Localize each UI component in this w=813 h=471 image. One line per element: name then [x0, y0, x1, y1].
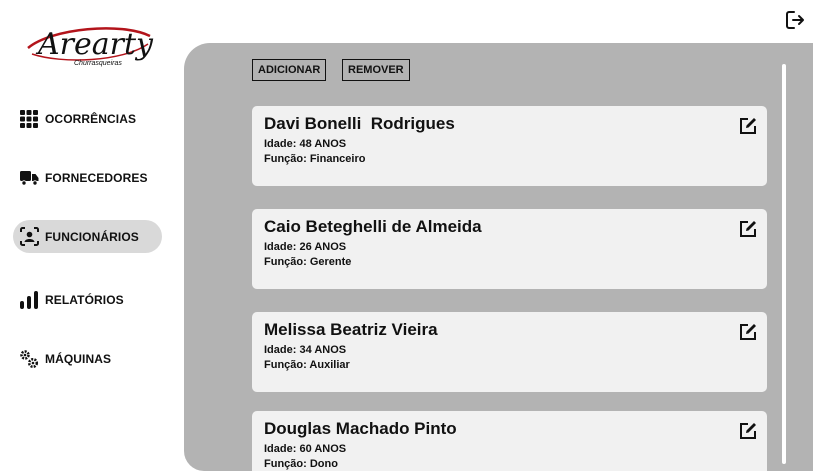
sidebar-item-fornecedores[interactable]: FORNECEDORES: [13, 161, 162, 194]
employee-role: Função: Dono: [264, 458, 338, 470]
sidebar-item-label: RELATÓRIOS: [45, 292, 124, 307]
employee-scan-icon: [19, 227, 39, 247]
sidebar-item-maquinas[interactable]: MÁQUINAS: [13, 342, 162, 375]
edit-icon: [740, 118, 756, 134]
sidebar-item-relatorios[interactable]: RELATÓRIOS: [13, 283, 162, 316]
sidebar: OCORRÊNCIAS FORNECEDORES FUNCIONÁRIOS RE…: [0, 0, 175, 471]
scrollbar[interactable]: [782, 64, 786, 464]
edit-button[interactable]: [738, 116, 758, 136]
employee-name: Douglas Machado Pinto: [264, 419, 457, 438]
employee-age: Idade: 34 ANOS: [264, 344, 347, 356]
bar-chart-icon: [19, 290, 39, 310]
grid-icon: [19, 109, 39, 129]
sidebar-item-label: OCORRÊNCIAS: [45, 111, 137, 126]
gears-icon: [19, 349, 39, 369]
sidebar-item-label: MÁQUINAS: [45, 351, 112, 366]
employee-card: Davi Bonelli Rodrigues Idade: 48 ANOS Fu…: [252, 106, 767, 186]
sidebar-item-ocorrencias[interactable]: OCORRÊNCIAS: [13, 102, 162, 135]
employee-role: Função: Gerente: [264, 256, 352, 268]
employee-card: Douglas Machado Pinto Idade: 60 ANOS Fun…: [252, 411, 767, 471]
employee-name: Melissa Beatriz Vieira: [264, 320, 438, 339]
sidebar-item-funcionarios[interactable]: FUNCIONÁRIOS: [13, 220, 162, 253]
sidebar-item-label: FORNECEDORES: [45, 170, 148, 185]
edit-icon: [740, 221, 756, 237]
employee-name: Caio Beteghelli de Almeida: [264, 217, 482, 236]
employees-panel: ADICIONAR REMOVER Davi Bonelli Rodrigues…: [184, 43, 813, 471]
logout-icon: [786, 11, 804, 29]
sidebar-item-label: FUNCIONÁRIOS: [45, 229, 139, 244]
remove-button[interactable]: REMOVER: [342, 59, 410, 81]
edit-button[interactable]: [738, 219, 758, 239]
employee-name: Davi Bonelli Rodrigues: [264, 114, 455, 133]
add-button[interactable]: ADICIONAR: [252, 59, 327, 81]
edit-icon: [740, 324, 756, 340]
edit-button[interactable]: [738, 322, 758, 342]
employee-card: Melissa Beatriz Vieira Idade: 34 ANOS Fu…: [252, 312, 767, 392]
logout-button[interactable]: [785, 10, 805, 30]
employee-age: Idade: 48 ANOS: [264, 138, 347, 150]
employee-age: Idade: 60 ANOS: [264, 443, 347, 455]
employee-role: Função: Auxiliar: [264, 359, 350, 371]
employee-card: Caio Beteghelli de Almeida Idade: 26 ANO…: [252, 209, 767, 289]
truck-icon: [19, 168, 39, 188]
employee-role: Função: Financeiro: [264, 153, 366, 165]
edit-button[interactable]: [738, 421, 758, 441]
employee-age: Idade: 26 ANOS: [264, 241, 347, 253]
edit-icon: [740, 423, 756, 439]
